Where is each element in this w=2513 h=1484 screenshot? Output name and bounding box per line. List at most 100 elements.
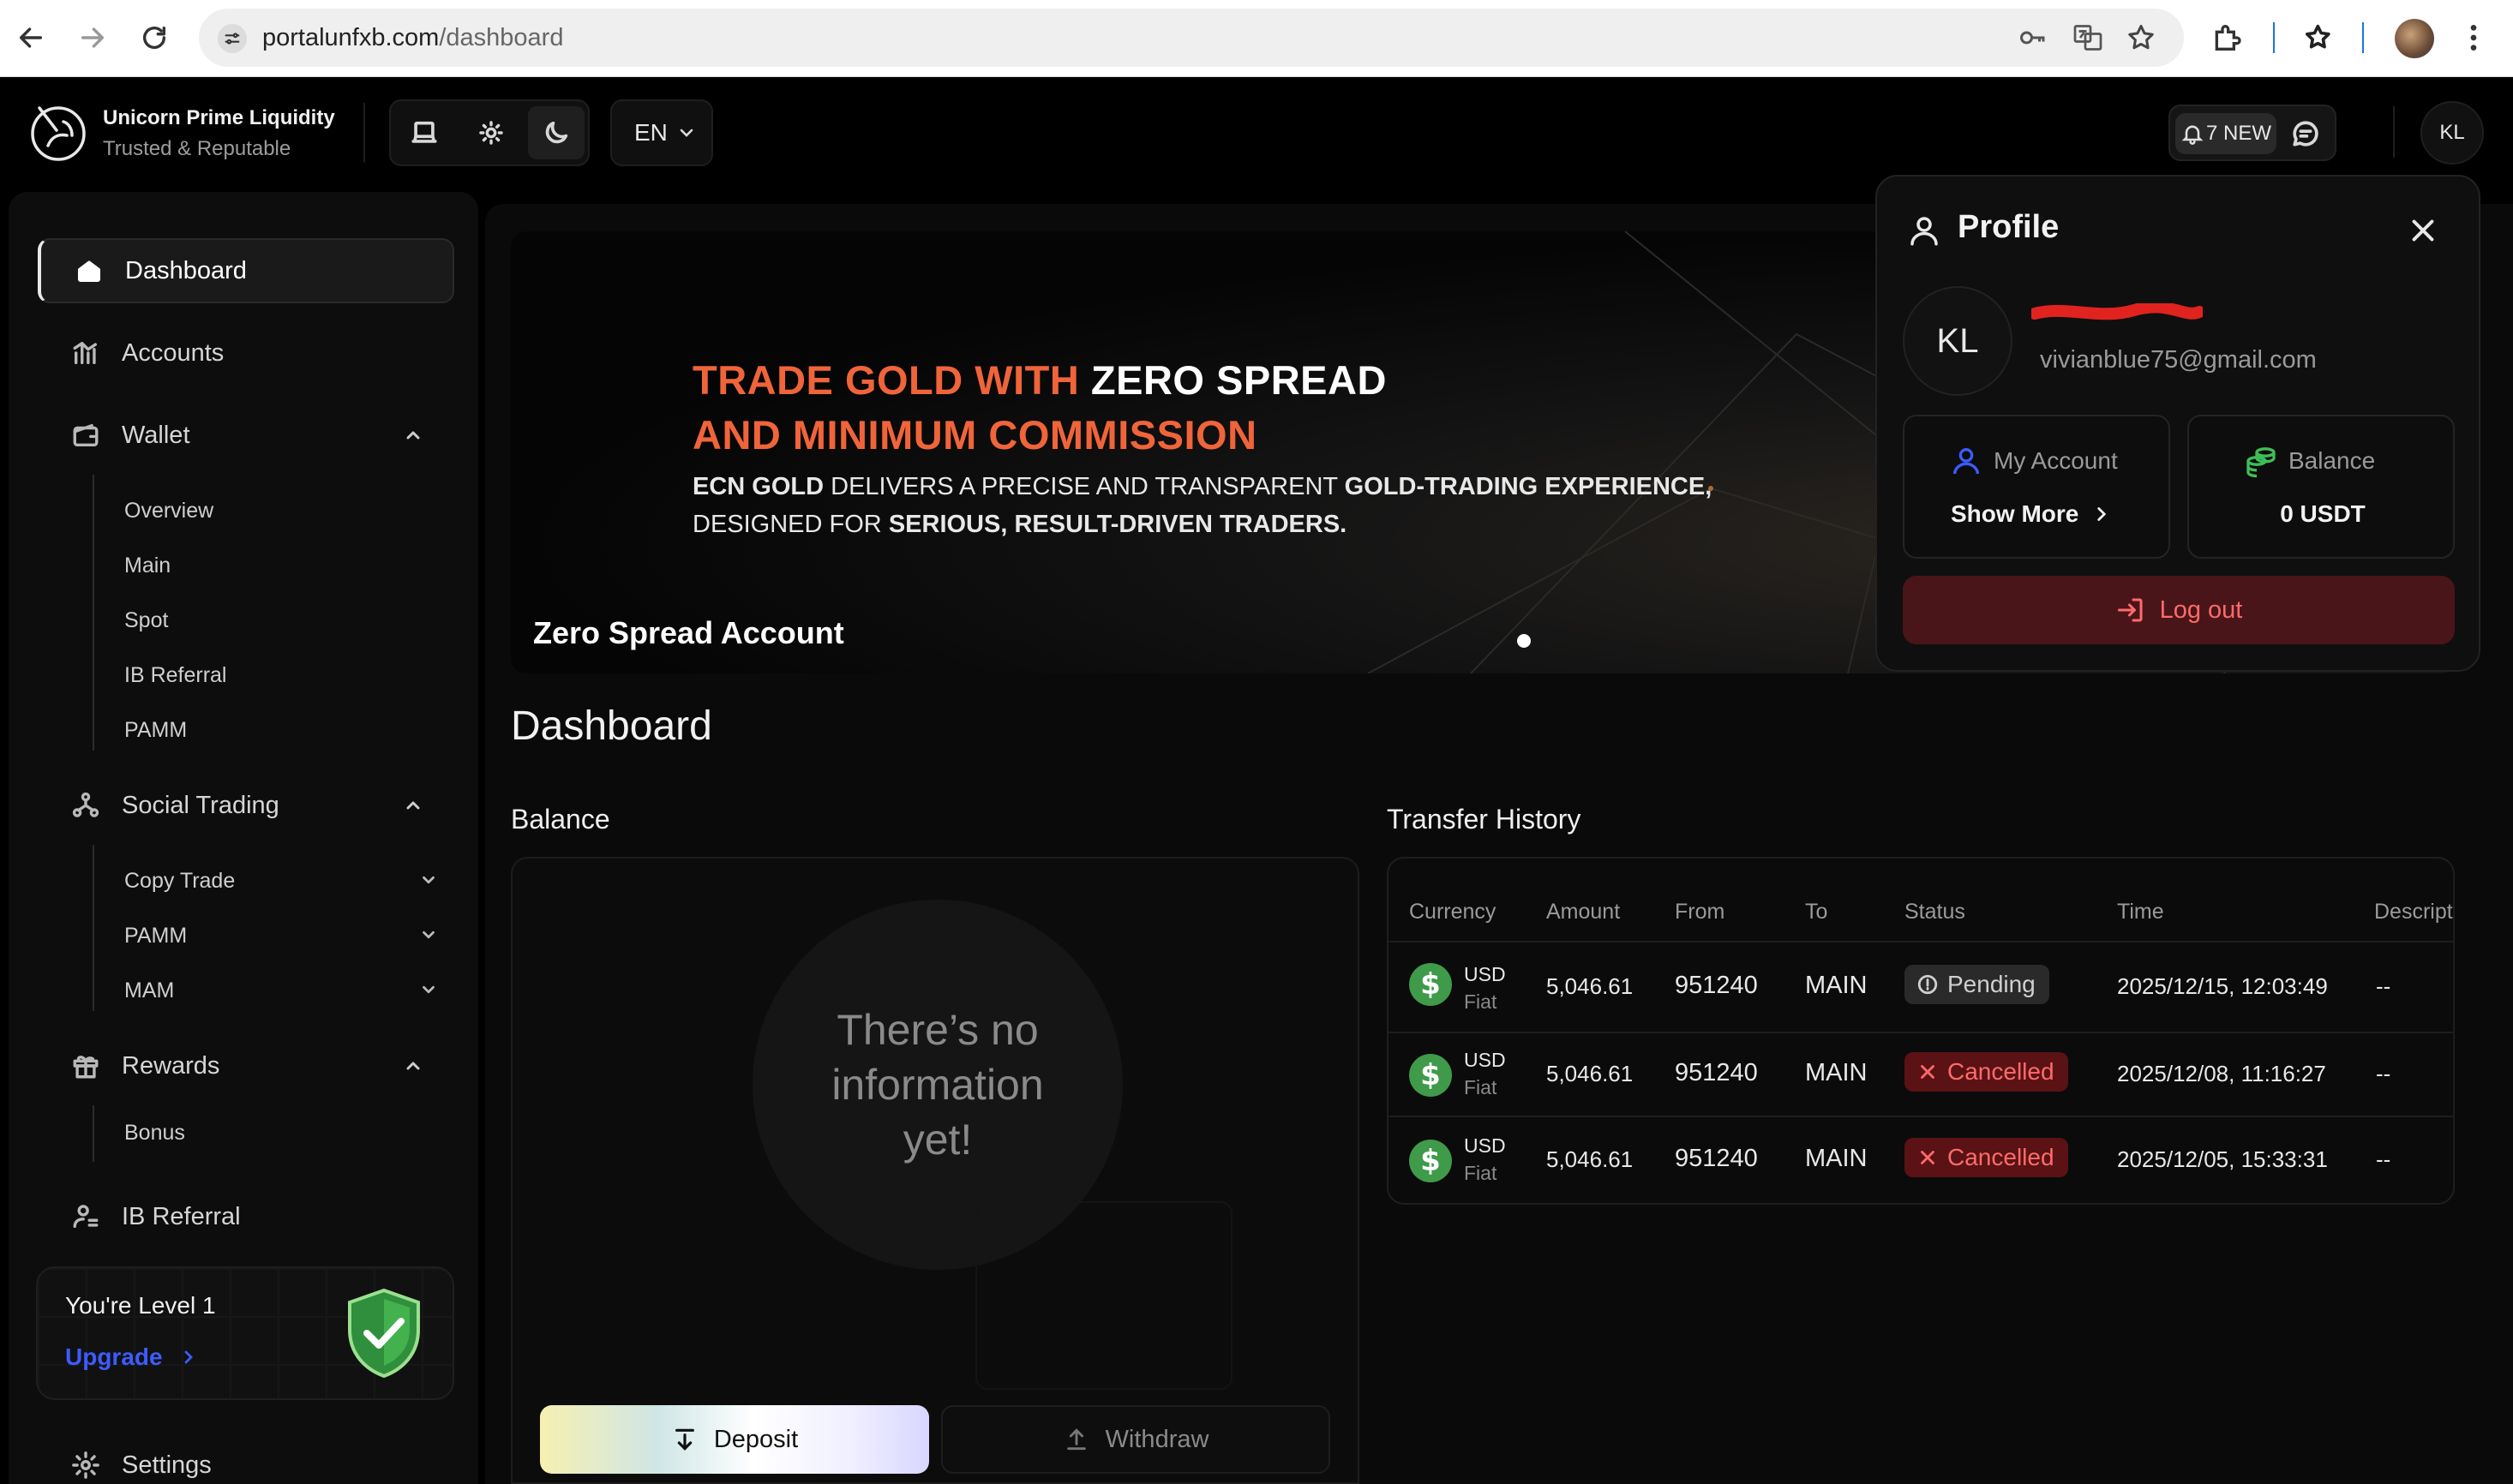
translate-icon[interactable] (2072, 22, 2103, 53)
table-row[interactable]: $ USD Fiat 5,046.61 951240 MAIN Pending … (1388, 941, 2453, 1025)
app-header: Unicorn Prime Liquidity Trusted & Reputa… (0, 77, 2513, 188)
chat-icon[interactable] (2283, 113, 2328, 154)
sidebar-item-social-trading[interactable]: Social Trading (38, 773, 454, 838)
submenu-line (93, 1105, 94, 1162)
column-header-amount[interactable]: Amount (1546, 900, 1620, 925)
sidebar-subitem-main[interactable]: Main (124, 542, 450, 589)
sidebar-item-dashboard[interactable]: Dashboard (38, 238, 454, 303)
browser-avatar[interactable] (2395, 19, 2434, 58)
chevron-right-icon (184, 1350, 193, 1364)
menu-dots-icon[interactable] (2456, 21, 2491, 57)
show-more-label: Show More (1951, 500, 2079, 527)
user-avatar-button[interactable]: KL (2420, 101, 2484, 165)
user-icon (1906, 212, 1942, 248)
logout-button[interactable]: Log out (1903, 576, 2455, 644)
redacted-name (2029, 301, 2205, 322)
brand-logo[interactable] (26, 99, 91, 165)
table-row[interactable]: $ USD Fiat 5,046.61 951240 MAIN Cancelle… (1388, 1116, 2453, 1200)
upload-arrow-icon (1066, 1428, 1086, 1451)
banner-subtext-bold: ECN GOLD (693, 473, 825, 500)
column-header-currency[interactable]: Currency (1409, 900, 1496, 925)
sidebar-subitem-ib-referral[interactable]: IB Referral (124, 651, 450, 699)
status-label: Pending (1947, 971, 2036, 997)
sidebar-item-rewards[interactable]: Rewards (38, 1033, 454, 1098)
bookmarks-icon[interactable] (2302, 21, 2338, 57)
sidebar-item-accounts[interactable]: Accounts (38, 320, 454, 386)
url-text[interactable]: portalunfxb.com/dashboard (262, 24, 563, 52)
sidebar-subitem-overview[interactable]: Overview (124, 487, 450, 535)
sidebar-item-ib-referral[interactable]: IB Referral (38, 1184, 454, 1249)
back-icon[interactable] (9, 15, 53, 60)
currency-type: Fiat (1464, 1076, 1497, 1098)
chevron-right-icon (2097, 507, 2107, 521)
light-theme-icon[interactable] (463, 106, 519, 159)
chevron-up-icon[interactable] (403, 795, 423, 816)
sidebar-subitem-mam[interactable]: MAM (124, 966, 450, 1014)
key-icon[interactable] (2018, 22, 2048, 53)
withdraw-button[interactable]: Withdraw (941, 1405, 1330, 1474)
forward-icon[interactable] (70, 15, 115, 60)
column-header-from[interactable]: From (1675, 900, 1724, 925)
column-header-to[interactable]: To (1805, 900, 1827, 925)
language-value: EN (634, 119, 668, 146)
upgrade-link[interactable]: Upgrade (65, 1343, 199, 1371)
extensions-icon[interactable] (2210, 21, 2246, 57)
status-badge: Cancelled (1904, 1052, 2068, 1092)
table-row[interactable]: $ USD Fiat 5,046.61 951240 MAIN Cancelle… (1388, 1032, 2453, 1116)
banner-subtext-2: DESIGNED FOR SERIOUS, RESULT-DRIVEN TRAD… (693, 511, 1346, 539)
bookmark-star-icon[interactable] (2126, 22, 2156, 53)
my-account-card[interactable]: My Account Show More (1903, 415, 2170, 559)
system-theme-icon[interactable] (396, 106, 453, 159)
column-header-description[interactable]: Descript (2374, 900, 2453, 925)
show-more-link[interactable]: Show More (1951, 500, 2113, 528)
carousel-dot[interactable] (1517, 634, 1531, 648)
banner-subtext: DELIVERS A PRECISE AND TRANSPARENT (831, 473, 1338, 500)
transfer-description: -- (2376, 1061, 2391, 1086)
chevron-up-icon[interactable] (403, 1056, 423, 1076)
close-x-icon (1921, 1065, 1934, 1079)
banner-headline-white: ZERO SPREAD (1090, 357, 1387, 403)
profile-email: vivianblue75@gmail.com (2040, 346, 2317, 374)
sidebar-subitem-copy-trade[interactable]: Copy Trade (124, 857, 450, 905)
amount: 5,046.61 (1546, 973, 1634, 999)
site-info-icon[interactable] (218, 24, 247, 53)
sidebar-item-label: IB Referral (122, 1202, 241, 1230)
banner-headline-2: AND MINIMUM COMMISSION (693, 412, 1257, 458)
banner-subtext-1: ECN GOLD DELIVERS A PRECISE AND TRANSPAR… (693, 473, 1712, 501)
gear-icon (69, 1448, 103, 1482)
profile-avatar: KL (1903, 286, 2012, 396)
currency-code: USD (1464, 963, 1506, 985)
sidebar-subitem-spot[interactable]: Spot (124, 596, 450, 644)
empty-state-text: There’s no information yet! (831, 1006, 1044, 1164)
close-x-icon (1921, 1151, 1934, 1164)
dollar-coin-icon: $ (1409, 1140, 1452, 1182)
status-badge: Cancelled (1904, 1138, 2068, 1177)
sidebar-item-wallet[interactable]: Wallet (38, 403, 454, 468)
dark-theme-icon[interactable] (528, 106, 585, 159)
sidebar-subitem-bonus[interactable]: Bonus (124, 1109, 450, 1157)
column-header-status[interactable]: Status (1904, 900, 1965, 925)
upgrade-label: Upgrade (65, 1343, 163, 1370)
address-bar[interactable]: portalunfxb.com/dashboard (199, 9, 2184, 67)
header-divider (2393, 106, 2395, 158)
reload-icon[interactable] (132, 15, 177, 60)
banner-subtext-bold: SERIOUS, RESULT-DRIVEN TRADERS. (888, 511, 1347, 538)
sidebar-subitem-pamm[interactable]: PAMM (124, 706, 450, 754)
profile-popover: Profile KL vivianblue75@gmail.com My Acc… (1875, 175, 2480, 672)
balance-card-header: Balance (2244, 444, 2375, 478)
currency-type: Fiat (1464, 990, 1497, 1013)
transfer-history-table: Currency Amount From To Status Time Desc… (1387, 857, 2455, 1205)
chevron-up-icon[interactable] (403, 425, 423, 446)
column-header-time[interactable]: Time (2117, 900, 2164, 925)
sidebar-subitem-social-pamm[interactable]: PAMM (124, 912, 450, 960)
notifications-button[interactable]: 7 NEW (2175, 113, 2276, 154)
deposit-button[interactable]: Deposit (540, 1405, 929, 1474)
close-icon[interactable] (2405, 212, 2441, 248)
gift-icon (69, 1049, 103, 1083)
sidebar-item-settings[interactable]: Settings (38, 1433, 454, 1484)
theme-switcher (389, 99, 590, 166)
coins-stack-icon (2246, 447, 2276, 478)
social-network-icon (69, 788, 103, 823)
language-select[interactable]: EN (610, 99, 713, 166)
sidebar-item-label: Settings (122, 1451, 212, 1479)
